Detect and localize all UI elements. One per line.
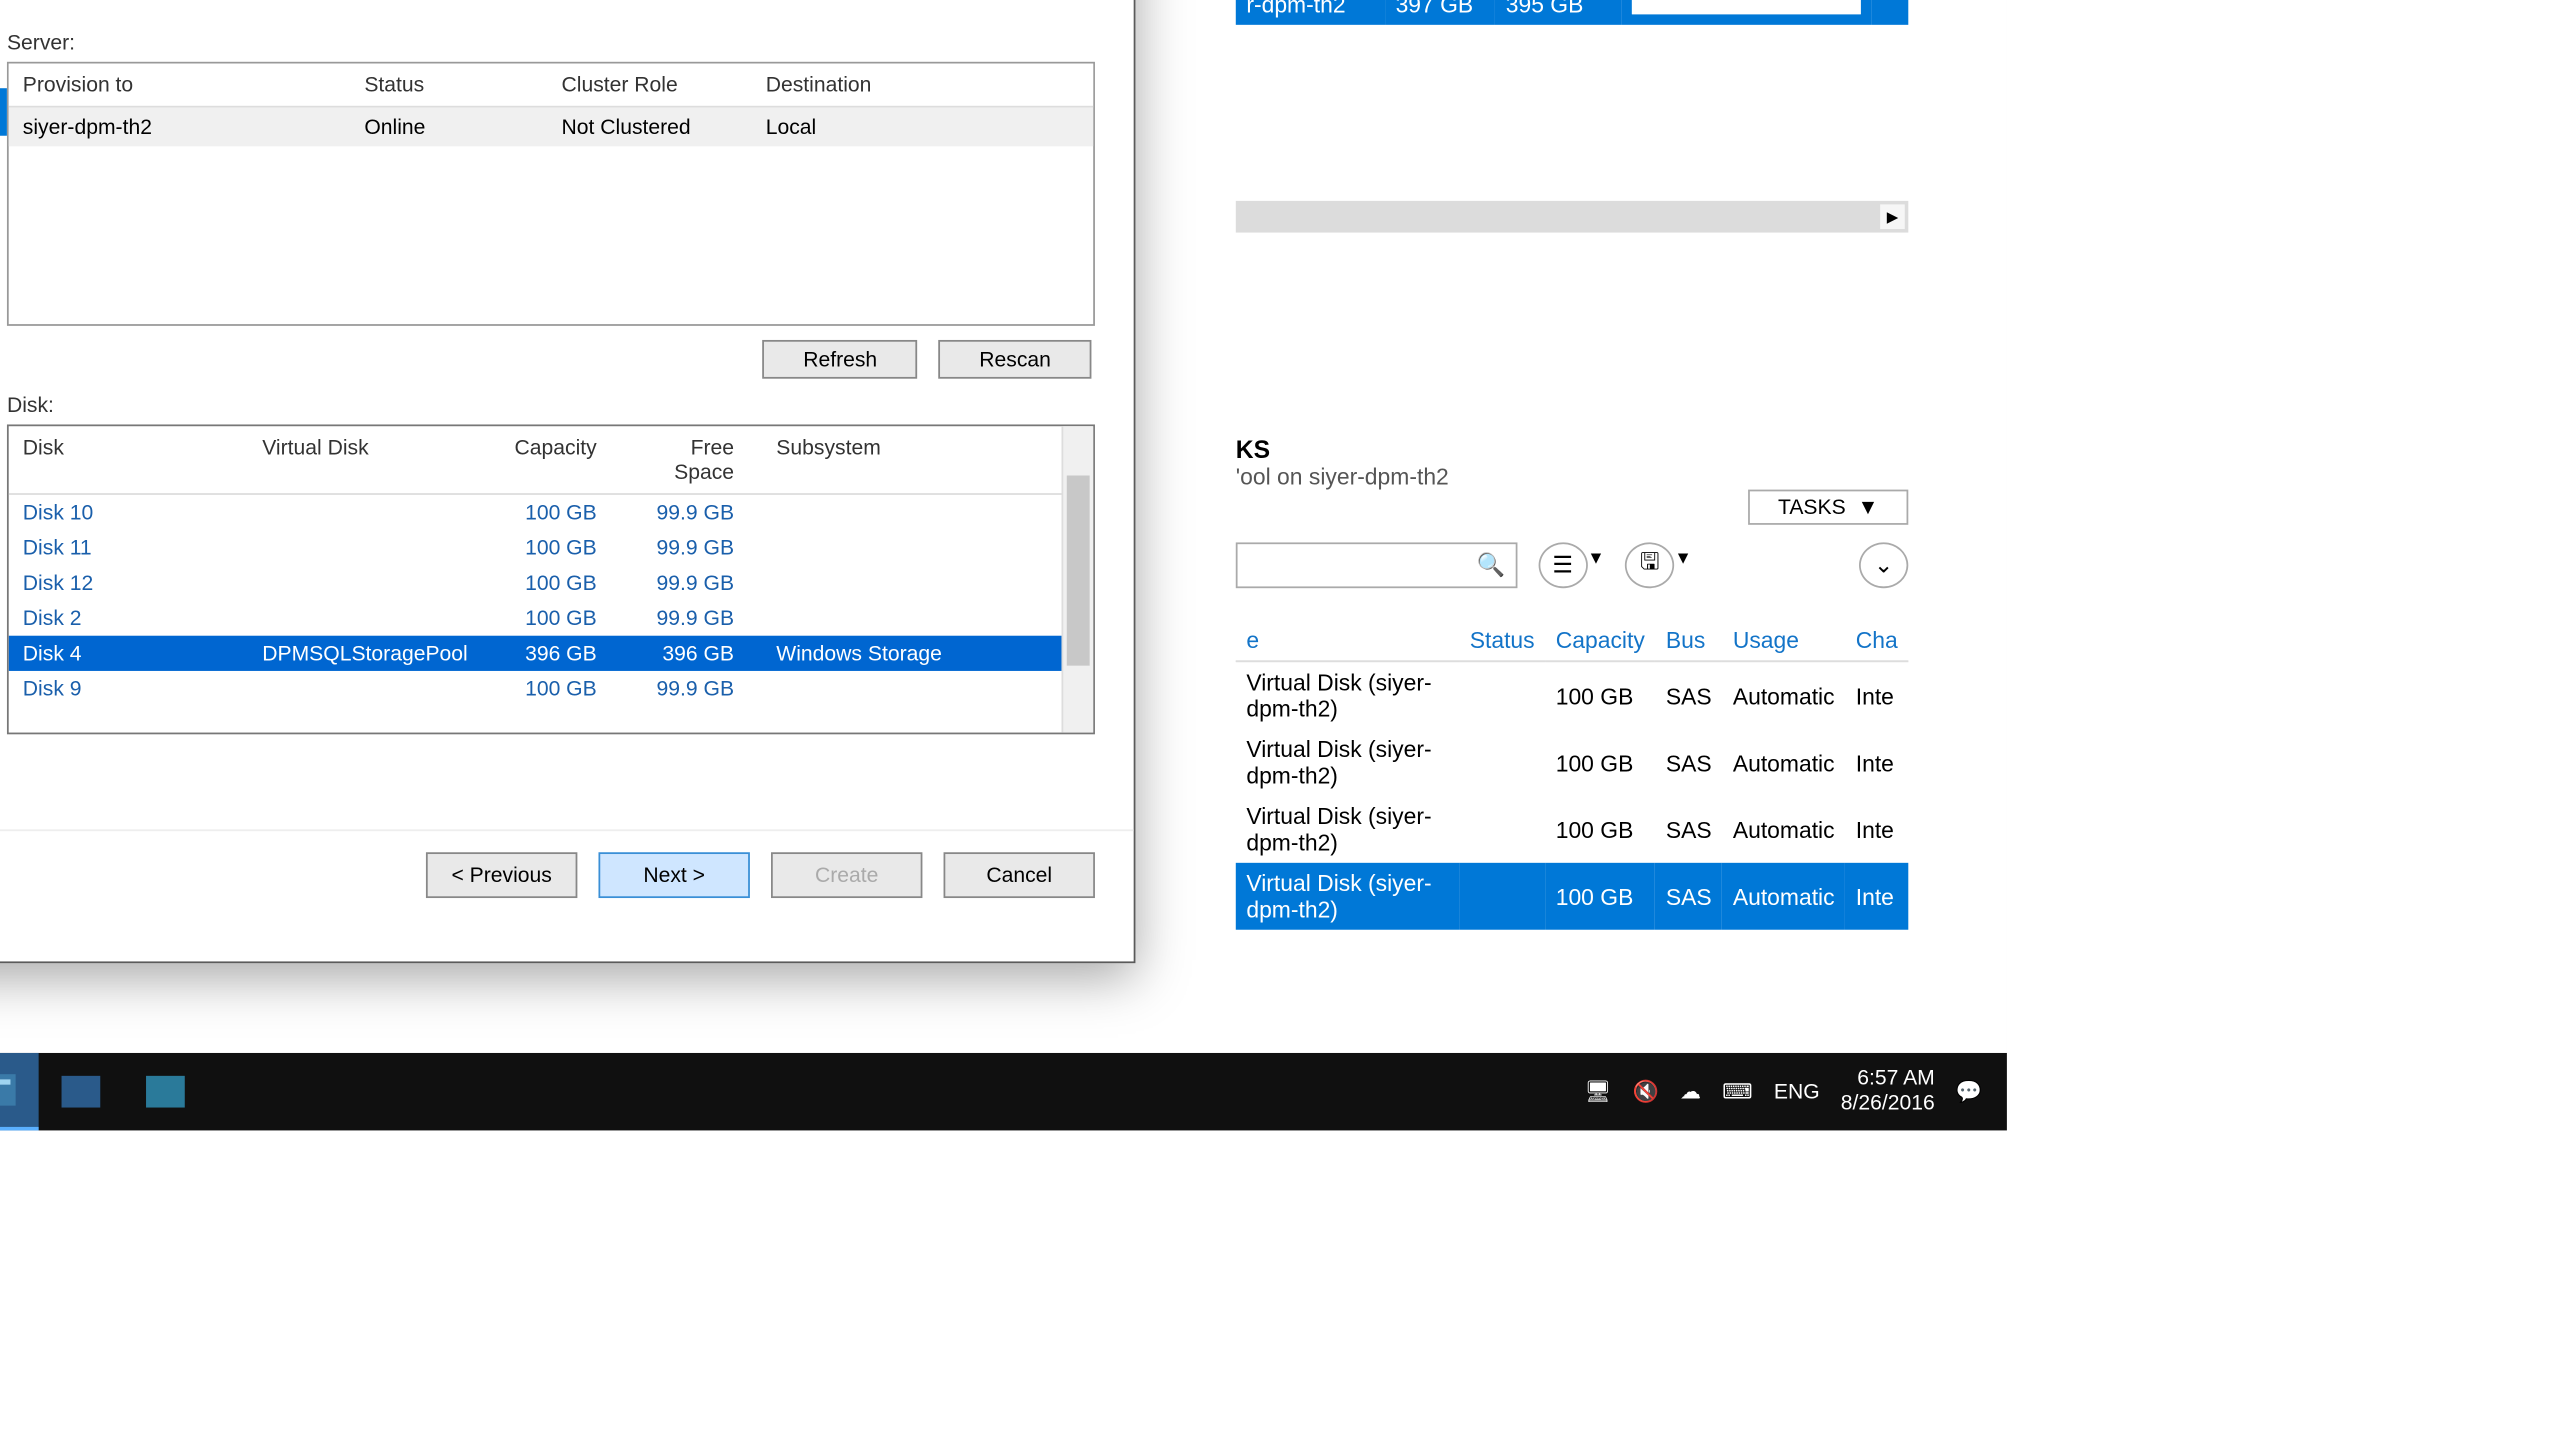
- col-destination[interactable]: Destination: [752, 64, 1094, 106]
- tasks-dropdown[interactable]: TASKS ▼: [1748, 490, 1908, 525]
- server-row[interactable]: siyer-dpm-th2 Online Not Clustered Local: [9, 108, 1093, 147]
- disk-row[interactable]: Disk 4DPMSQLStoragePool396 GB396 GBWindo…: [9, 636, 1062, 671]
- col-capacity[interactable]: Capacity: [495, 426, 611, 493]
- previous-button[interactable]: < Previous: [426, 851, 577, 897]
- expand-panel-icon[interactable]: ⌄: [1859, 542, 1908, 588]
- rescan-button[interactable]: Rescan: [939, 340, 1092, 379]
- panel-title: KS: [1236, 435, 1909, 463]
- cancel-button[interactable]: Cancel: [944, 851, 1095, 897]
- col-ch[interactable]: Cha: [1845, 620, 1908, 661]
- disk-label: Disk:: [7, 393, 1095, 418]
- tray-action-center-icon[interactable]: 💬: [1956, 1079, 1982, 1104]
- server-label: Server:: [7, 30, 1095, 55]
- tray-time: 6:57 AM: [1857, 1067, 1935, 1091]
- wizard-step[interactable]: Before You Begin: [0, 41, 7, 89]
- disk-row[interactable]: Disk 2100 GB99.9 GB: [9, 601, 1062, 636]
- virtual-disk-row[interactable]: Virtual Disk (siyer-dpm-th2)100 GBSASAut…: [1236, 661, 1909, 729]
- virtual-disks-panel: KS 'ool on siyer-dpm-th2 TASKS ▼ 🔍 ☰▼ 🖫▼…: [1236, 435, 1909, 930]
- panel-subtitle: 'ool on siyer-dpm-th2: [1236, 463, 1909, 489]
- disk-row[interactable]: Disk 10100 GB99.9 GB: [9, 495, 1062, 530]
- col-usage[interactable]: Usage: [1722, 620, 1845, 661]
- h-scrollbar[interactable]: ▸: [1236, 201, 1909, 233]
- col-provision[interactable]: Provision to: [9, 64, 351, 106]
- view-options-icon[interactable]: ☰: [1538, 542, 1587, 588]
- tray-onedrive-icon[interactable]: ☁: [1680, 1079, 1701, 1104]
- virtual-disk-row[interactable]: Virtual Disk (siyer-dpm-th2)100 GBSASAut…: [1236, 863, 1909, 930]
- wizard-step: Results: [0, 373, 7, 421]
- col-status[interactable]: Status: [350, 64, 547, 106]
- disk-listbox[interactable]: Disk Virtual Disk Capacity Free Space Su…: [7, 424, 1095, 734]
- next-button[interactable]: Next >: [598, 851, 749, 897]
- wizard-step: Data Deduplication: [0, 278, 7, 326]
- col-cap[interactable]: Capacity: [1545, 620, 1655, 661]
- wizard-step[interactable]: Server and Disk: [0, 88, 7, 136]
- storage-pools-list: ⌄ d-Write ServerCapacityFree SpacePercen…: [1236, 0, 1909, 233]
- filter-input[interactable]: 🔍: [1236, 542, 1518, 588]
- percent-allocated-bar: [1632, 0, 1861, 14]
- col-disk[interactable]: Disk: [9, 426, 248, 493]
- refresh-button[interactable]: Refresh: [763, 340, 918, 379]
- col-subsystem[interactable]: Subsystem: [748, 426, 1061, 493]
- save-view-icon[interactable]: 🖫: [1625, 542, 1674, 588]
- col-e[interactable]: e: [1236, 620, 1459, 661]
- disk-row[interactable]: Disk 9100 GB99.9 GB: [9, 671, 1062, 706]
- disk-row[interactable]: Disk 11100 GB99.9 GB: [9, 530, 1062, 565]
- col-free-space[interactable]: Free Space: [611, 426, 748, 493]
- server-manager-taskbar-icon[interactable]: [0, 1053, 39, 1130]
- col-cluster[interactable]: Cluster Role: [547, 64, 751, 106]
- create-button[interactable]: Create: [771, 851, 922, 897]
- tray-keyboard-icon[interactable]: ⌨: [1722, 1079, 1753, 1104]
- taskbar: 🔍 ⧉ e 📁 🖥 🔇 ☁ ⌨ ENG 6:57 AM 8/26/2016 💬: [0, 1053, 2007, 1130]
- new-volume-wizard-dialog: New Volume Wizard — ☐ ✕ Select the serve…: [0, 0, 1135, 963]
- col-virtual-disk[interactable]: Virtual Disk: [248, 426, 494, 493]
- tray-network-icon[interactable]: 🖥: [1585, 1079, 1612, 1104]
- col-status[interactable]: Status: [1459, 620, 1545, 661]
- tray-language[interactable]: ENG: [1774, 1079, 1820, 1104]
- system-tray: 🖥 🔇 ☁ ⌨ ENG 6:57 AM 8/26/2016 💬: [1560, 1067, 2007, 1116]
- tray-clock[interactable]: 6:57 AM 8/26/2016: [1841, 1067, 1935, 1116]
- col-bus[interactable]: Bus: [1655, 620, 1722, 661]
- virtual-disk-row[interactable]: Virtual Disk (siyer-dpm-th2)100 GBSASAut…: [1236, 729, 1909, 796]
- wizard-steps: Before You BeginServer and DiskSizeDrive…: [0, 2, 7, 829]
- tray-volume-icon[interactable]: 🔇: [1633, 1079, 1659, 1104]
- wizard-step: File System Settings: [0, 231, 7, 279]
- disk-row[interactable]: Disk 12100 GB99.9 GB: [9, 565, 1062, 600]
- server-listbox[interactable]: Provision to Status Cluster Role Destina…: [7, 62, 1095, 326]
- wizard-step[interactable]: Size: [0, 136, 7, 184]
- app-icon-1[interactable]: [39, 1053, 124, 1130]
- wizard-step: Drive Letter or Folder: [0, 183, 7, 231]
- wizard-step: Confirmation: [0, 326, 7, 374]
- pool-row-selected[interactable]: r-dpm-th2397 GB395 GB: [1236, 0, 1909, 25]
- tray-date: 8/26/2016: [1841, 1092, 1935, 1116]
- app-icon-2[interactable]: [123, 1053, 208, 1130]
- virtual-disk-row[interactable]: Virtual Disk (siyer-dpm-th2)100 GBSASAut…: [1236, 796, 1909, 863]
- disk-scrollbar[interactable]: [1061, 426, 1093, 732]
